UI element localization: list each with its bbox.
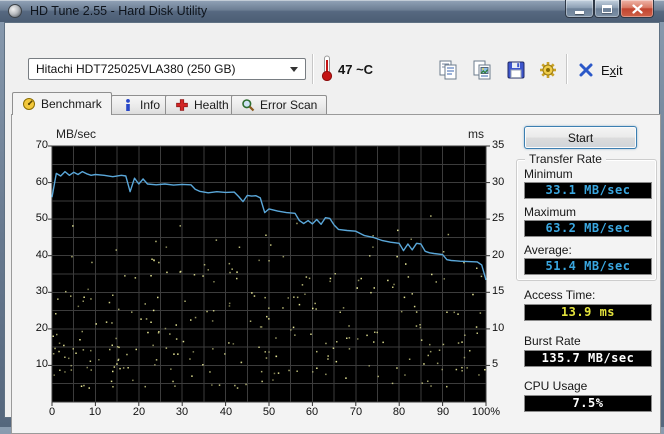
benchmark-plot — [48, 145, 490, 406]
axis-tick-label: 40 — [35, 249, 48, 261]
axis-tick-label: 40 — [219, 406, 233, 418]
axis-tick-label: 10 — [88, 406, 102, 418]
axis-tick-label: 80 — [392, 406, 406, 418]
axis-tick-label: 50 — [262, 406, 276, 418]
options-button[interactable] — [535, 57, 561, 83]
left-axis-unit: MB/sec — [56, 127, 97, 141]
cpu-usage-value: 7.5% — [524, 395, 652, 412]
axis-tick-label: 20 — [35, 322, 48, 334]
burst-rate-label: Burst Rate — [524, 334, 581, 348]
axis-tick-label: 30 — [492, 176, 505, 188]
minimum-value: 33.1 MB/sec — [524, 182, 652, 199]
axis-tick-label: 60 — [35, 176, 48, 188]
axis-tick-label: 50 — [35, 212, 48, 224]
copy-screenshot-button[interactable] — [469, 57, 495, 83]
axis-tick-label: 60 — [305, 406, 319, 418]
axis-tick-label: 30 — [35, 285, 48, 297]
tab-benchmark-label: Benchmark — [41, 97, 102, 111]
maximum-value: 63.2 MB/sec — [524, 220, 652, 237]
axis-tick-label: 35 — [492, 139, 505, 151]
save-icon — [507, 61, 525, 79]
copy-text-icon — [439, 60, 457, 80]
exit-label: Exit — [601, 62, 623, 78]
close-button[interactable] — [620, 0, 654, 18]
average-label: Average: — [524, 243, 572, 257]
maximum-label: Maximum — [524, 205, 577, 219]
temperature-readout: 47 ~C — [338, 62, 374, 77]
axis-tick-label: 90 — [436, 406, 450, 418]
tab-health[interactable]: Health — [165, 95, 239, 115]
axis-tick-label: 10 — [492, 322, 505, 334]
minimum-label: Minimum — [524, 167, 573, 181]
magnifier-icon — [242, 99, 255, 112]
benchmark-icon — [23, 98, 35, 110]
toolbar-separator — [566, 54, 568, 84]
drive-selector-dropdown[interactable]: Hitachi HDT725025VLA380 (250 GB) — [28, 58, 306, 80]
axis-tick-label: 25 — [492, 212, 505, 224]
axis-tick-label: 30 — [175, 406, 189, 418]
cpu-usage-label: CPU Usage — [524, 379, 588, 393]
app-icon — [8, 4, 22, 18]
benchmark-chart — [48, 145, 490, 406]
transfer-rate-group-label: Transfer Rate — [525, 152, 606, 166]
toolbar-separator — [312, 54, 314, 84]
axis-tick-label: 20 — [132, 406, 146, 418]
axis-tick-label: 70 — [349, 406, 363, 418]
window-controls — [565, 0, 654, 18]
client-area: Hitachi HDT725025VLA380 (250 GB) 47 ~C E… — [4, 22, 661, 434]
options-icon — [540, 62, 556, 78]
tab-info-label: Info — [140, 98, 161, 112]
average-value: 51.4 MB/sec — [524, 258, 652, 275]
close-icon — [631, 3, 643, 14]
hd-tune-window: { "window": { "title": "HD Tune 2.55 - H… — [0, 0, 664, 434]
copy-text-button[interactable] — [435, 57, 461, 83]
axis-tick-label: 100% — [471, 406, 501, 418]
exit-button[interactable]: Exit — [578, 58, 623, 82]
chevron-down-icon — [290, 67, 298, 76]
tab-error-scan-label: Error Scan — [260, 98, 318, 112]
exit-icon — [579, 63, 593, 77]
copy-image-icon — [473, 60, 491, 80]
maximize-button[interactable] — [594, 0, 620, 18]
axis-tick-label: 0 — [48, 406, 56, 418]
axis-tick-label: 70 — [35, 139, 48, 151]
axis-tick-label: 15 — [492, 285, 505, 297]
axis-tick-label: 10 — [35, 358, 48, 370]
right-axis-unit: ms — [468, 127, 484, 141]
access-time-value: 13.9 ms — [524, 304, 652, 321]
burst-rate-value: 135.7 MB/sec — [524, 350, 652, 367]
benchmark-page: MB/sec ms Start Transfer Rate Minimum 33… — [11, 114, 661, 434]
health-icon — [176, 99, 188, 111]
transfer-rate-groupbox: Transfer Rate Minimum 33.1 MB/sec Maximu… — [516, 152, 657, 281]
info-icon — [126, 99, 130, 111]
minimize-icon — [575, 10, 584, 14]
drive-selector-value: Hitachi HDT725025VLA380 (250 GB) — [36, 62, 236, 76]
titlebar: HD Tune 2.55 - Hard Disk Utility — [0, 0, 664, 22]
tab-error-scan[interactable]: Error Scan — [231, 95, 328, 115]
minimize-button[interactable] — [565, 0, 594, 18]
axis-tick-label: 20 — [492, 249, 505, 261]
tab-info[interactable]: Info — [111, 95, 171, 115]
access-time-label: Access Time: — [524, 288, 596, 302]
tab-health-label: Health — [194, 98, 229, 112]
start-button[interactable]: Start — [524, 126, 637, 149]
axis-tick-label: 5 — [492, 358, 499, 370]
thermometer-icon — [321, 55, 333, 86]
save-screenshot-button[interactable] — [503, 57, 529, 83]
window-title: HD Tune 2.55 - Hard Disk Utility — [30, 4, 208, 18]
maximize-icon — [602, 4, 612, 13]
tab-benchmark[interactable]: Benchmark — [12, 92, 112, 115]
